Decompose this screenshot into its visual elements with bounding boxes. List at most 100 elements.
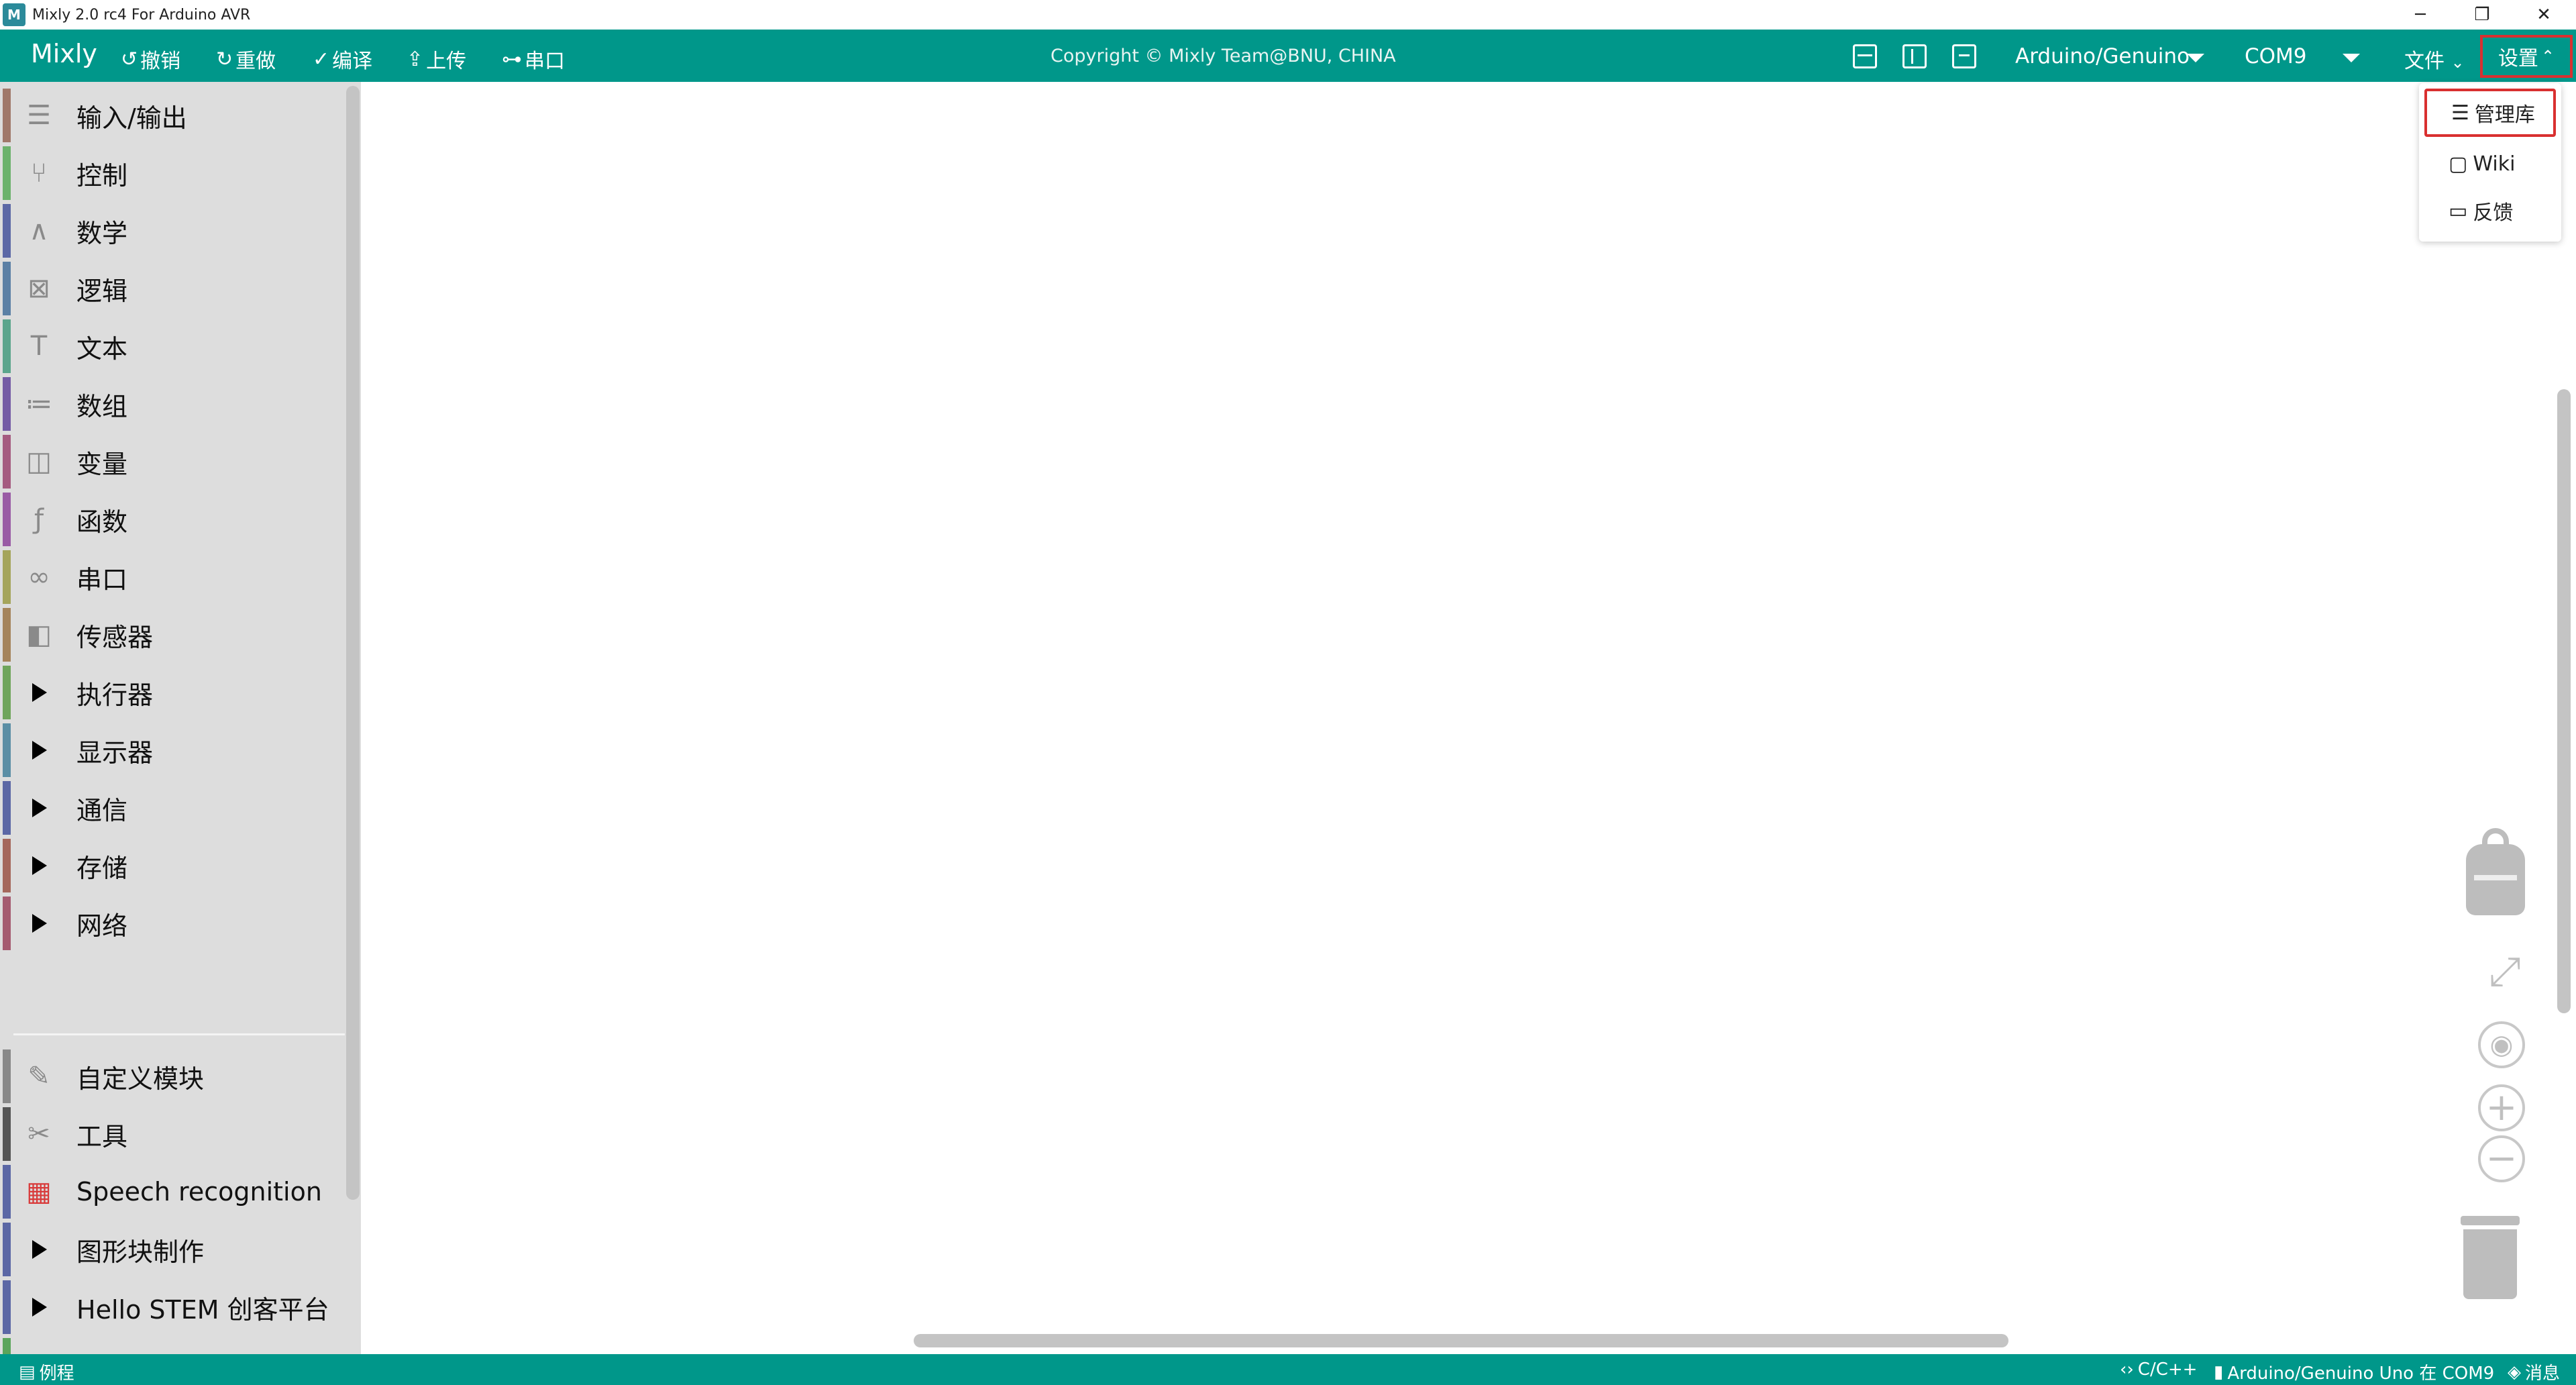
toolbox-category[interactable]: T 文本: [0, 318, 342, 374]
toolbox-category[interactable]: 显示器: [0, 722, 342, 778]
expand-icon[interactable]: [32, 741, 47, 760]
compile-button[interactable]: ✓ 编译: [313, 44, 372, 74]
backpack-icon[interactable]: [2466, 828, 2525, 915]
toolbox-category[interactable]: ◧ 传感器: [0, 607, 342, 663]
workspace-vertical-scrollbar[interactable]: [2557, 389, 2571, 1013]
category-color-stripe: [3, 1338, 11, 1354]
recenter-icon[interactable]: ◉: [2478, 1021, 2525, 1068]
block-workspace[interactable]: [361, 82, 2576, 1354]
zoom-in-icon[interactable]: +: [2478, 1084, 2525, 1131]
sidebar-scrollbar[interactable]: [346, 86, 360, 1200]
upload-button[interactable]: ⇪ 上传: [407, 44, 466, 74]
toolbox-category[interactable]: ∞ 串口: [0, 549, 342, 605]
window-title: Mixly 2.0 rc4 For Arduino AVR: [32, 6, 251, 23]
serial-icon: ∞: [28, 562, 50, 593]
board-dropdown-icon[interactable]: [2187, 54, 2204, 62]
redo-button[interactable]: ↻ 重做: [216, 44, 276, 74]
toolbox-category[interactable]: ⊠ 逻辑: [0, 260, 342, 317]
port-dropdown-icon[interactable]: [2343, 54, 2360, 62]
title-bar: M Mixly 2.0 rc4 For Arduino AVR ─ ❐ ✕: [0, 0, 2576, 30]
category-label: 数组: [76, 391, 128, 421]
toolbox-category[interactable]: ∧ 数学: [0, 203, 342, 259]
serial-button[interactable]: ⊶ 串口: [502, 44, 565, 74]
expand-icon[interactable]: [32, 914, 47, 933]
category-label: 数学: [76, 218, 128, 248]
category-color-stripe: [3, 1280, 11, 1334]
trash-icon[interactable]: [2461, 1216, 2520, 1299]
toolbox-category[interactable]: ⑂ 控制: [0, 145, 342, 201]
toolbox-separator: [13, 1033, 345, 1035]
zoom-out-icon[interactable]: −: [2478, 1135, 2525, 1182]
toolbox-category[interactable]: ◫ 变量: [0, 433, 342, 490]
category-color-stripe: [3, 1223, 11, 1276]
code-icon: ‹›: [2120, 1360, 2134, 1380]
code-view-icon[interactable]: [1853, 44, 1877, 68]
category-color-stripe: [3, 262, 11, 315]
port-select[interactable]: COM9: [2245, 44, 2307, 68]
toolbox-category[interactable]: 通信: [0, 780, 342, 836]
board-status-label: Arduino/Genuino Uno 在 COM9: [2227, 1364, 2495, 1384]
expand-icon[interactable]: [32, 683, 47, 702]
custom-module-icon: ✎: [28, 1061, 50, 1092]
io-icon: ☰: [27, 100, 51, 131]
expand-icon[interactable]: [32, 1240, 47, 1259]
undo-button[interactable]: ↺ 撤销: [121, 44, 180, 74]
upload-label: 上传: [426, 50, 467, 73]
category-color-stripe: [3, 493, 11, 546]
toolbox-category[interactable]: Hello STEM 创客平台: [0, 1279, 342, 1335]
toolbox-category[interactable]: ▦ 墨水屏2.66: [0, 1337, 342, 1354]
file-menu[interactable]: 文件 ⌄: [2404, 44, 2465, 74]
toolbox-sidebar: ☰ 输入/输出 ⑂ 控制 ∧ 数学 ⊠ 逻辑 T 文本 ≔ 数组 ◫ 变量 ƒ 函数 ∞ 串口 ◧ 传感器 执行器 显示器…: [0, 82, 361, 1354]
toolbox-category[interactable]: ▦ Speech recognition: [0, 1164, 342, 1220]
toolbox-category[interactable]: 执行器: [0, 664, 342, 721]
blocks-icon: ▦: [26, 1176, 52, 1207]
category-label: 墨水屏2.66: [76, 1347, 210, 1355]
messages-button[interactable]: ◈ 消息: [2508, 1360, 2560, 1384]
workspace-horizontal-scrollbar[interactable]: [914, 1334, 2008, 1347]
logic-icon: ⊠: [28, 273, 50, 304]
brand-name: Mixly: [31, 39, 97, 68]
chevron-up-icon: ⌃: [2540, 47, 2555, 66]
board-status[interactable]: ▮ Arduino/Genuino Uno 在 COM9: [2214, 1360, 2494, 1384]
expand-icon[interactable]: [32, 799, 47, 817]
toolbox-category[interactable]: 图形块制作: [0, 1221, 342, 1278]
examples-label: 例程: [39, 1364, 74, 1384]
category-label: 控制: [76, 160, 128, 191]
toolbox-category[interactable]: ✎ 自定义模块: [0, 1048, 342, 1105]
control-icon: ⑂: [31, 158, 47, 189]
menu-item-label: 反馈: [2473, 201, 2514, 225]
board-select[interactable]: Arduino/Genuino: [2015, 44, 2190, 68]
variable-icon: ◫: [26, 446, 52, 477]
expand-icon[interactable]: [32, 856, 47, 875]
settings-menu[interactable]: 设置 ⌃: [2480, 35, 2573, 78]
redo-label: 重做: [235, 50, 276, 73]
category-label: 网络: [76, 911, 128, 941]
category-label: 串口: [76, 564, 128, 595]
toolbox-category[interactable]: 存储: [0, 837, 342, 894]
fullscreen-icon[interactable]: ⤢: [2481, 947, 2529, 996]
toolbox-category[interactable]: ƒ 函数: [0, 491, 342, 548]
serial-label: 串口: [525, 50, 565, 73]
minimize-button[interactable]: ─: [2390, 0, 2451, 30]
menu-item-manage-libraries[interactable]: ☰ 管理库: [2424, 89, 2556, 137]
toolbox-category[interactable]: ≔ 数组: [0, 376, 342, 432]
language-indicator[interactable]: ‹› C/C++: [2120, 1360, 2197, 1380]
expand-icon[interactable]: [32, 1298, 47, 1317]
category-color-stripe: [3, 435, 11, 489]
restore-button[interactable]: ❐: [2451, 0, 2513, 30]
category-color-stripe: [3, 839, 11, 892]
list-icon: ☰: [2451, 101, 2469, 125]
status-bar: ▤ 例程 ‹› C/C++ ▮ Arduino/Genuino Uno 在 CO…: [0, 1354, 2576, 1385]
menu-item-label: 管理库: [2474, 103, 2535, 127]
toolbox-category[interactable]: ✂ 工具: [0, 1106, 342, 1162]
toolbox-category[interactable]: ☰ 输入/输出: [0, 87, 342, 144]
menu-item-feedback[interactable]: ▭ 反馈: [2424, 187, 2556, 235]
close-button[interactable]: ✕: [2513, 0, 2575, 30]
blocks-view-icon[interactable]: [1952, 44, 1976, 68]
menu-item-wiki[interactable]: ▢ Wiki: [2424, 140, 2556, 188]
category-label: 图形块制作: [76, 1237, 205, 1267]
split-view-icon[interactable]: [1902, 44, 1927, 68]
copyright-text: Copyright © Mixly Team@BNU, CHINA: [1051, 46, 1396, 66]
examples-button[interactable]: ▤ 例程: [19, 1360, 74, 1384]
toolbox-category[interactable]: 网络: [0, 895, 342, 952]
